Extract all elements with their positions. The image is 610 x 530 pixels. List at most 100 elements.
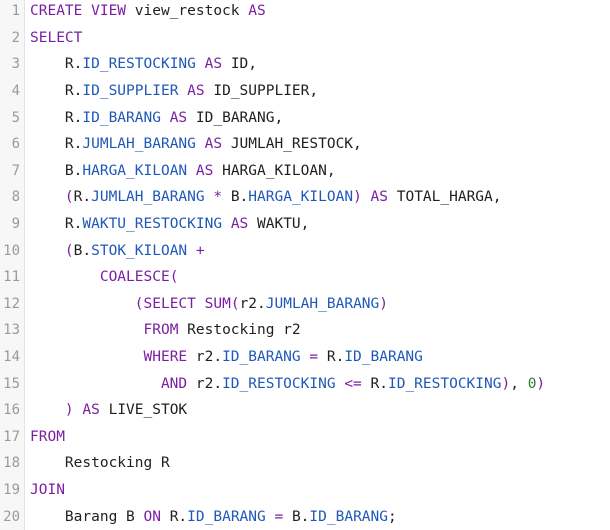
code-token-ident: JUMLAH_BARANG	[265, 295, 380, 312]
code-token-plain: R.	[64, 56, 83, 73]
code-line[interactable]: 17 FROM	[0, 424, 610, 451]
code-token-kw: FROM	[30, 428, 65, 445]
code-token-kw: ON	[143, 508, 161, 525]
line-number: 4	[11, 83, 20, 100]
code-token-op: (	[169, 269, 179, 286]
code-token-plain: Barang B	[64, 508, 144, 525]
code-text: SELECT	[30, 30, 82, 46]
code-line[interactable]: 4 R.ID_SUPPLIER AS ID_SUPPLIER,	[0, 78, 610, 105]
code-token-plain: B.	[64, 162, 83, 179]
code-token-plain: r2.	[187, 375, 223, 392]
code-token-plain: r2.	[239, 295, 266, 312]
code-token-ident: ID_SUPPLIER	[82, 83, 179, 100]
code-token-kw: AS	[82, 402, 100, 419]
code-editor[interactable]: 1 CREATE VIEW view_restock AS 2 SELECT 3 R.I…	[0, 0, 610, 530]
code-token-plain: R.	[64, 83, 83, 100]
code-token-plain: TOTAL_HARGA,	[388, 189, 502, 206]
code-line[interactable]: 20 Barang B ON R.ID_BARANG = B.ID_BARANG…	[0, 503, 610, 530]
code-line[interactable]: 16 ) AS LIVE_STOK	[0, 397, 610, 424]
code-text: ) AS LIVE_STOK	[30, 402, 187, 418]
code-text: R.ID_RESTOCKING AS ID,	[30, 56, 257, 72]
code-token-plain: JUMLAH_RESTOCK,	[222, 136, 362, 153]
line-number: 7	[11, 162, 20, 179]
line-number: 1	[11, 3, 20, 20]
code-line[interactable]: 10 (B.STOK_KILOAN +	[0, 237, 610, 264]
code-token-op: (	[64, 189, 74, 206]
code-line[interactable]: 11 COALESCE(	[0, 264, 610, 291]
code-line[interactable]: 3 R.ID_RESTOCKING AS ID,	[0, 51, 610, 78]
code-token-op: *	[213, 189, 223, 206]
code-line[interactable]: 8 (R.JUMLAH_BARANG * B.HARGA_KILOAN) AS …	[0, 184, 610, 211]
code-line[interactable]: 5 R.ID_BARANG AS ID_BARANG,	[0, 104, 610, 131]
code-token-ident: ID_RESTOCKING	[387, 375, 502, 392]
code-text: (SELECT SUM(r2.JUMLAH_BARANG)	[30, 296, 388, 312]
code-token-op: (	[134, 295, 144, 312]
code-token-ident: HARGA_KILOAN	[82, 162, 188, 179]
code-token-plain: WAKTU,	[248, 216, 310, 233]
code-token-plain: ID_SUPPLIER,	[204, 83, 319, 100]
code-token-plain: Restocking R	[64, 455, 170, 472]
code-token-op: )	[379, 295, 388, 312]
code-text: WHERE r2.ID_BARANG = R.ID_BARANG	[30, 349, 423, 365]
code-text: COALESCE(	[30, 269, 179, 286]
code-token-op: )	[353, 189, 362, 206]
line-number: 12	[3, 295, 20, 312]
code-line[interactable]: 18 Restocking R	[0, 450, 610, 477]
code-token-ident: STOK_KILOAN	[91, 242, 188, 259]
line-number: 6	[11, 136, 20, 153]
code-line[interactable]: 7 B.HARGA_KILOAN AS HARGA_KILOAN,	[0, 158, 610, 185]
code-line[interactable]: 2 SELECT	[0, 25, 610, 52]
code-token-plain: R.	[318, 349, 345, 366]
code-text: B.HARGA_KILOAN AS HARGA_KILOAN,	[30, 163, 336, 179]
code-token-kw: AS	[248, 3, 266, 20]
code-text: Barang B ON R.ID_BARANG = B.ID_BARANG;	[30, 509, 397, 525]
code-line[interactable]: 13 FROM Restocking r2	[0, 317, 610, 344]
line-number: 11	[3, 269, 20, 286]
code-token-kw: SELECT	[143, 295, 196, 312]
code-line[interactable]: 9 R.WAKTU_RESTOCKING AS WAKTU,	[0, 211, 610, 238]
code-line[interactable]: 19 JOIN	[0, 477, 610, 504]
code-token-kw: AND	[160, 375, 188, 392]
code-token-kw: AS	[187, 83, 205, 100]
code-line[interactable]: 15 AND r2.ID_RESTOCKING <= R.ID_RESTOCKI…	[0, 370, 610, 397]
code-line[interactable]: 1 CREATE VIEW view_restock AS	[0, 0, 610, 25]
line-number: 9	[11, 216, 20, 233]
line-number: 5	[11, 109, 20, 126]
code-token-ident: ID_BARANG	[344, 349, 423, 366]
line-number: 20	[3, 508, 20, 525]
code-token-ident: ID_RESTOCKING	[82, 56, 196, 73]
code-line[interactable]: 14 WHERE r2.ID_BARANG = R.ID_BARANG	[0, 344, 610, 371]
code-text: R.JUMLAH_BARANG AS JUMLAH_RESTOCK,	[30, 136, 362, 152]
code-token-kw: SUM	[204, 295, 231, 312]
code-text: (B.STOK_KILOAN +	[30, 243, 205, 259]
code-token-kw: AS	[230, 216, 249, 233]
code-text: (R.JUMLAH_BARANG * B.HARGA_KILOAN) AS TO…	[30, 189, 502, 205]
code-token-plain: B.	[283, 508, 310, 525]
code-token-op: <=	[344, 375, 362, 392]
code-line[interactable]: 12 (SELECT SUM(r2.JUMLAH_BARANG)	[0, 291, 610, 318]
code-token-kw: CREATE VIEW	[30, 3, 127, 20]
code-text: R.ID_BARANG AS ID_BARANG,	[30, 110, 283, 126]
line-number: 16	[3, 402, 20, 419]
code-token-plain: Restocking r2	[178, 322, 301, 339]
code-line[interactable]: 6 R.JUMLAH_BARANG AS JUMLAH_RESTOCK,	[0, 131, 610, 158]
code-token-plain: ;	[388, 508, 397, 525]
code-token-ident: ID_BARANG	[187, 508, 266, 525]
code-token-kw: COALESCE	[99, 269, 170, 286]
